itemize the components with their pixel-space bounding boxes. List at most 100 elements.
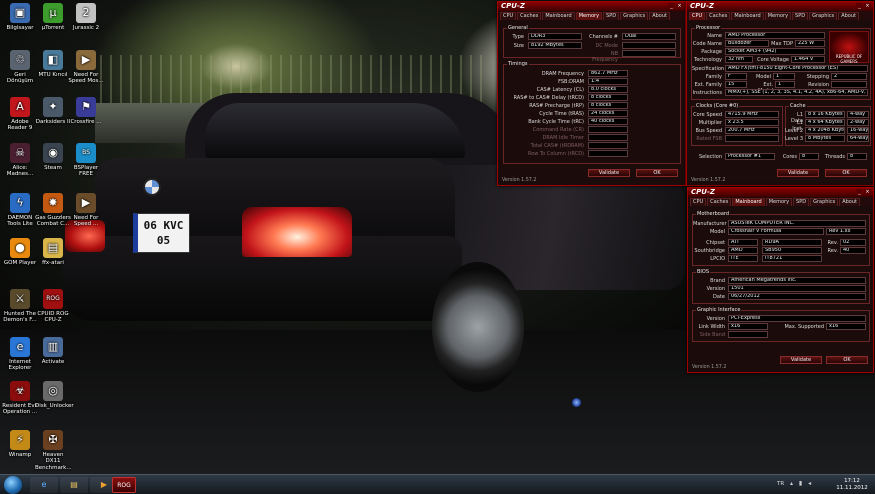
core-voltage-value: 1.464 V (791, 56, 825, 63)
close-button[interactable]: × (676, 3, 683, 9)
close-button[interactable]: × (864, 3, 871, 9)
desktop-icon[interactable]: ▶ Need For Speed Mos... (68, 50, 104, 85)
tab-graphics[interactable]: Graphics (810, 198, 839, 206)
tab-cpu[interactable]: CPU (689, 12, 706, 20)
tab-graphics[interactable]: Graphics (809, 12, 838, 20)
level3-way: 64-way (847, 135, 869, 142)
plate-line-2: 05 (156, 234, 171, 247)
validate-button[interactable]: Validate (588, 169, 630, 177)
desktop-icon[interactable]: 2 Jurassic 2 (68, 3, 104, 31)
desktop-icon[interactable]: A Adobe Reader 9 (2, 97, 38, 132)
desktop-icon[interactable]: e Internet Explorer (2, 337, 38, 372)
desktop-icon[interactable]: ◎ Disk_Unlocker (35, 381, 74, 409)
desktop-icon[interactable]: ▥ Activate (35, 337, 71, 365)
window-title: CPU-Z (498, 2, 685, 11)
validate-button[interactable]: Validate (780, 356, 822, 364)
desktop-icon-label: Steam (44, 165, 62, 171)
minimize-button[interactable]: _ (668, 3, 675, 9)
desktop-icon[interactable]: ☣ Resident Evil Operation ... (2, 381, 38, 416)
tab-caches[interactable]: Caches (706, 12, 731, 20)
timing-value: 862.7 MHz (588, 70, 628, 77)
tab-caches[interactable]: Caches (707, 198, 732, 206)
code-name-value: Bulldozer (725, 40, 769, 47)
chipset-rev-label: Rev. (827, 240, 839, 246)
minimize-button[interactable]: _ (856, 3, 863, 9)
tab-cpu[interactable]: CPU (500, 12, 517, 20)
language-indicator[interactable]: TR (777, 481, 784, 487)
ok-button[interactable]: OK (636, 169, 678, 177)
desktop-icon[interactable]: ▤ ffx-atari (35, 238, 71, 266)
core-voltage-label: Core Voltage (757, 57, 789, 63)
timing-label: RAS# to CAS# Delay (tRCD) (513, 95, 584, 101)
desktop-icon[interactable]: ⚔ Hunted The Demon's F... (2, 289, 38, 324)
cores-value: 8 (799, 153, 819, 160)
channels-label: Channels # (589, 34, 618, 40)
desktop-icon[interactable]: ◧ MTU Kırıcıl (35, 50, 71, 78)
tab-about[interactable]: About (839, 198, 860, 206)
tab-spd[interactable]: SPD (793, 198, 810, 206)
family-value: F (725, 73, 747, 80)
bios-brand-label: Brand (710, 278, 725, 284)
name-label: Name (707, 33, 722, 39)
desktop-icon-label: Resident Evil Operation ... (2, 403, 38, 416)
tab-spd[interactable]: SPD (792, 12, 809, 20)
cpuz-cpu-window[interactable]: CPU-Z _ × CPU Caches Mainboard Memory SP… (686, 1, 874, 186)
clock[interactable]: 17:12 11.11.2012 (836, 478, 868, 492)
validate-button[interactable]: Validate (777, 169, 819, 177)
desktop-icon[interactable]: ◉ Steam (35, 143, 71, 171)
desktop-icon[interactable]: ▶ Need For Speed ... (68, 193, 104, 228)
tab-cpu[interactable]: CPU (690, 198, 707, 206)
tab-caches[interactable]: Caches (517, 12, 542, 20)
desktop-icon[interactable]: ⚡ Winamp (2, 430, 38, 458)
minimize-button[interactable]: _ (856, 189, 863, 195)
tray-icons[interactable]: ▴ ▮ ◂ (790, 480, 813, 487)
cores-label: Cores (782, 154, 797, 160)
ok-button[interactable]: OK (826, 356, 868, 364)
cpuz-memory-window[interactable]: CPU-Z _ × CPU Caches Mainboard Memory SP… (497, 1, 686, 186)
desktop-icon-label: GOM Player (3, 260, 37, 266)
tab-memory[interactable]: Memory (575, 12, 603, 20)
processor-select[interactable]: Processor #1 (725, 153, 775, 160)
desktop-icon[interactable]: ✦ Darksiders II (35, 97, 71, 125)
ok-button[interactable]: OK (825, 169, 867, 177)
threads-label: Threads (824, 154, 845, 160)
tab-about[interactable]: About (649, 12, 670, 20)
graphic-interface-label: Graphic Interface (696, 307, 742, 313)
cpuz-mainboard-window[interactable]: CPU-Z _ × CPU Caches Mainboard Memory SP… (687, 187, 874, 373)
channels-value: Dual (622, 33, 676, 40)
close-button[interactable]: × (864, 189, 871, 195)
tab-mainboard[interactable]: Mainboard (542, 12, 575, 20)
desktop-icon[interactable]: ✸ Gas Guzzlers Combat C... (35, 193, 71, 228)
max-tdp-value: 225 W (795, 40, 825, 47)
tab-graphics[interactable]: Graphics (620, 12, 649, 20)
desktop-icon[interactable]: ☠ Alice: Madnes... (2, 143, 38, 178)
tab-memory[interactable]: Memory (764, 12, 792, 20)
tab-about[interactable]: About (838, 12, 859, 20)
ext-model-value: 1 (775, 81, 795, 88)
tab-mainboard[interactable]: Mainboard (732, 198, 765, 206)
desktop-icon-label: Darksiders II (35, 119, 71, 125)
tab-bar: CPU Caches Mainboard Memory SPD Graphics… (688, 197, 873, 206)
desktop-icon[interactable]: ✠ Heaven DX11 Benchmark... (35, 430, 72, 471)
desktop-icon[interactable]: ♲ Geri Dönüşüm (2, 50, 38, 85)
desktop-icon[interactable]: ● GOM Player (2, 238, 38, 266)
start-button[interactable] (4, 476, 22, 494)
version-label: Version 1.57.2 (502, 178, 537, 183)
timing-label: Cycle Time (tRAS) (539, 111, 584, 117)
timing-value-empty (588, 150, 628, 157)
desktop-icon[interactable]: ϟ DAEMON Tools Lite (2, 193, 38, 228)
desktop-icon[interactable]: µ µTorrent (35, 3, 71, 31)
desktop-icon[interactable]: ⚑ Crossfire ... (68, 97, 104, 125)
desktop-icon[interactable]: ▣ Bilgisayar (2, 3, 38, 31)
taskbar-explorer-icon[interactable]: ▤ (60, 477, 88, 493)
taskbar-cpuz-icon[interactable]: ROG (112, 477, 136, 493)
taskbar-internet-explorer-icon[interactable]: e (30, 477, 58, 493)
desktop-icon[interactable]: ROG CPUID ROG CPU-Z (35, 289, 71, 324)
model-label: Model (755, 74, 771, 80)
tab-mainboard[interactable]: Mainboard (731, 12, 764, 20)
disk-unlocker-icon: ◎ (43, 381, 63, 401)
desktop-icon[interactable]: BS BSPlayer FREE (68, 143, 104, 178)
tab-spd[interactable]: SPD (603, 12, 620, 20)
tab-memory[interactable]: Memory (765, 198, 793, 206)
bios-version-value: 1501 (728, 285, 866, 292)
